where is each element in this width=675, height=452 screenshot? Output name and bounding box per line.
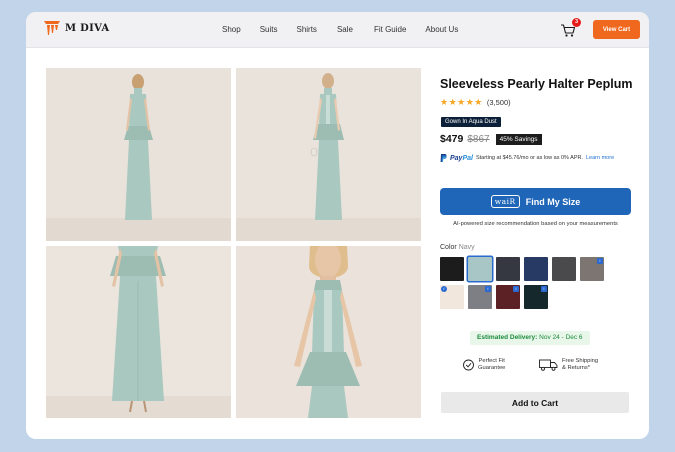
main-nav: Shop Suits Shirts Sale Fit Guide About U… — [222, 25, 458, 34]
product-title: Sleeveless Pearly Halter Peplum — [440, 77, 633, 91]
swatch-wine[interactable]: i — [496, 285, 520, 309]
find-my-size-button[interactable]: waiR Find My Size — [440, 188, 631, 215]
paypal-icon — [440, 154, 447, 162]
shield-check-icon — [463, 359, 474, 371]
current-price: $479 — [440, 133, 464, 145]
estimated-delivery: Estimated Delivery: Nov 24 - Dec 6 — [470, 331, 590, 345]
delivery-label: Estimated Delivery: — [477, 334, 538, 341]
cart-button[interactable]: 3 — [560, 18, 581, 38]
rating-stars: ★★★★★ — [440, 97, 483, 107]
perfect-fit-feature: Perfect Fit Guarantee — [463, 358, 505, 372]
swatch-badge-icon: i — [513, 286, 519, 292]
free-shipping-feature: Free Shipping & Returns* — [539, 358, 598, 372]
price-row: $479 $867 45% Savings — [440, 133, 542, 145]
brand-logo[interactable]: M DIVA — [44, 21, 109, 35]
size-note: AI-powered size recommendation based on … — [453, 221, 618, 227]
photo-front-view[interactable] — [236, 68, 421, 241]
nav-item-about-us[interactable]: About Us — [425, 25, 458, 34]
nav-item-suits[interactable]: Suits — [260, 25, 278, 34]
swatch-ivory[interactable]: ✓ — [440, 285, 464, 309]
swatch-aqua[interactable] — [468, 257, 492, 281]
paypal-text: Starting at $45.76/mo or as low as 0% AP… — [475, 155, 583, 161]
paypal-logo: PayPal — [450, 154, 473, 162]
photo-back-view[interactable] — [46, 68, 231, 241]
savings-badge: 45% Savings — [495, 133, 542, 145]
front-view-image — [236, 68, 421, 241]
perfect-fit-text: Perfect Fit Guarantee — [478, 358, 506, 371]
paypal-learn-more-link[interactable]: Learn more — [586, 155, 614, 161]
add-to-cart-button[interactable]: Add to Cart — [441, 392, 629, 413]
m-diva-logo-icon — [44, 21, 60, 35]
free-shipping-text: Free Shipping & Returns* — [562, 358, 599, 371]
swatch-gray[interactable] — [552, 257, 576, 281]
swatch-navy[interactable] — [524, 257, 548, 281]
compare-price: $867 — [467, 133, 490, 145]
product-rating[interactable]: ★★★★★ (3,500) — [440, 97, 511, 107]
swatch-badge-icon: ✓ — [441, 286, 447, 292]
site-header: M DIVA Shop Suits Shirts Sale Fit Guide … — [26, 12, 649, 48]
review-count: (3,500) — [486, 97, 511, 107]
nav-item-shirts[interactable]: Shirts — [296, 25, 316, 34]
color-label: Color Navy — [440, 244, 475, 251]
photo-bodice-detail[interactable] — [236, 246, 421, 418]
swatch-charcoal[interactable] — [496, 257, 520, 281]
nav-item-fit-guide[interactable]: Fit Guide — [374, 25, 406, 34]
product-card: M DIVA Shop Suits Shirts Sale Fit Guide … — [26, 12, 649, 439]
swatch-badge-icon: i — [597, 258, 603, 264]
delivery-dates: Nov 24 - Dec 6 — [539, 334, 583, 341]
photo-skirt-detail[interactable] — [46, 246, 231, 418]
swatch-silver[interactable]: i — [468, 285, 492, 309]
swatch-taupe[interactable]: i — [580, 257, 604, 281]
bodice-detail-image — [236, 246, 421, 418]
nav-item-shop[interactable]: Shop — [222, 25, 241, 34]
cart-count-badge: 3 — [572, 18, 581, 27]
skirt-detail-image — [46, 246, 231, 418]
swatch-badge-icon: i — [541, 286, 547, 292]
swatch-badge-icon: i — [485, 286, 491, 292]
paypal-financing: PayPal Starting at $45.76/mo or as low a… — [440, 154, 614, 162]
swatch-black[interactable] — [440, 257, 464, 281]
truck-icon — [539, 359, 558, 371]
swatch-forest[interactable]: i — [524, 285, 548, 309]
brand-name: M DIVA — [65, 22, 110, 34]
nav-item-sale[interactable]: Sale — [337, 25, 353, 34]
view-cart-button[interactable]: View Cart — [593, 20, 640, 39]
find-my-size-label: Find My Size — [525, 196, 581, 207]
wair-logo: waiR — [490, 195, 520, 208]
back-view-image — [46, 68, 231, 241]
variant-tag: Gown In Aqua Dust — [441, 117, 501, 127]
selected-color: Navy — [458, 244, 475, 251]
